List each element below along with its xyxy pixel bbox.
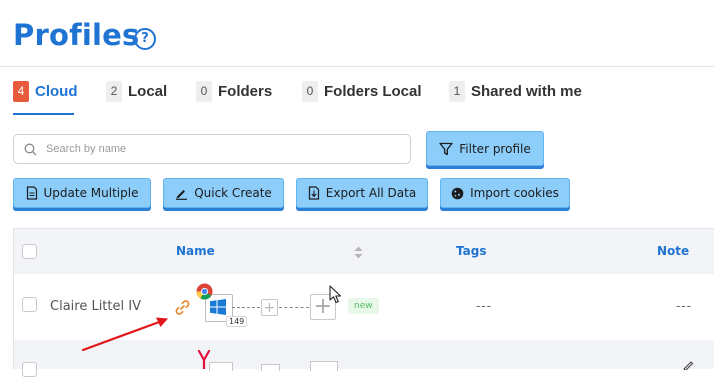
version-badge: 149 [226,316,248,327]
note-cell[interactable]: --- [676,298,692,313]
export-all-data-label: Export All Data [325,186,417,200]
tags-cell[interactable]: --- [476,298,492,313]
profile-name[interactable]: Claire Littel IV [50,299,141,314]
table-header [13,228,714,275]
tab-folders[interactable]: 0 Folders [196,80,272,102]
export-icon [308,186,319,200]
chrome-icon [196,283,213,300]
document-icon [26,186,37,200]
tab-count: 4 [13,80,29,102]
column-header-note[interactable]: Note [657,244,689,258]
tab-count: 0 [196,80,212,102]
tab-label: Folders Local [324,82,422,100]
connector-line [279,307,309,308]
windows-icon [210,299,226,315]
tab-count: 1 [449,80,465,102]
quick-create-button[interactable]: Quick Create [163,178,284,208]
filter-profile-button[interactable]: Filter profile [426,131,544,166]
tab-local[interactable]: 2 Local [106,80,167,102]
tab-cloud[interactable]: 4 Cloud [13,80,78,102]
mouse-cursor-icon [329,285,342,304]
add-extension-button[interactable] [261,364,280,371]
column-header-tags[interactable]: Tags [456,244,486,258]
os-box[interactable] [209,362,233,371]
search-icon [24,143,37,155]
add-proxy-button[interactable] [310,361,338,371]
table-border [13,228,14,369]
export-all-data-button[interactable]: Export All Data [296,178,428,208]
connector-line [232,307,260,308]
tab-shared-with-me[interactable]: 1 Shared with me [449,80,582,102]
annotation-arrow-icon [81,317,168,352]
tab-folders-local[interactable]: 0 Folders Local [302,80,422,102]
tab-label: Folders [218,82,273,100]
link-icon[interactable] [174,299,191,316]
filter-profile-label: Filter profile [459,141,531,156]
quick-create-label: Quick Create [194,186,272,200]
tab-label: Cloud [35,82,78,100]
import-cookies-button[interactable]: Import cookies [440,178,570,208]
row-checkbox[interactable] [22,362,37,377]
cookie-icon [451,187,464,199]
tab-count: 0 [302,80,318,102]
tab-label: Local [128,82,168,100]
active-tab-indicator [13,113,74,115]
search-input[interactable] [44,142,388,156]
tab-count: 2 [106,80,122,102]
row-checkbox[interactable] [22,297,37,312]
pencil-icon [176,189,188,200]
update-multiple-label: Update Multiple [43,186,139,200]
header-divider [0,66,714,67]
page-title: Profiles [13,18,140,52]
select-all-checkbox[interactable] [22,244,37,259]
import-cookies-label: Import cookies [470,186,559,200]
help-icon[interactable]: ? [134,28,156,50]
add-extension-button[interactable]: + [261,299,278,316]
column-header-name[interactable]: Name [176,244,215,258]
sort-icon[interactable] [354,246,363,259]
search-box[interactable] [13,134,411,164]
filter-icon [439,142,453,155]
update-multiple-button[interactable]: Update Multiple [13,178,151,208]
status-badge: new [348,298,379,314]
tab-label: Shared with me [471,82,582,100]
